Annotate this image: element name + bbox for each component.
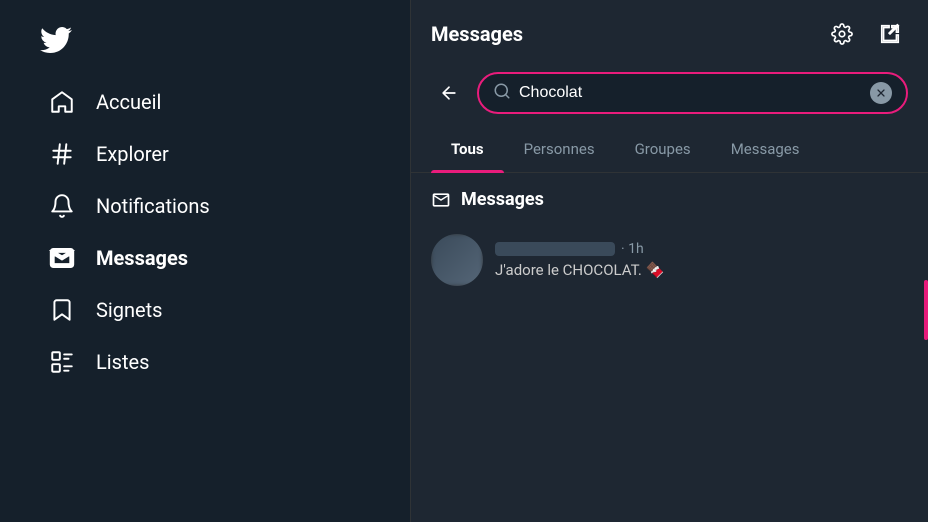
message-sender xyxy=(495,242,615,256)
main-panel: Messages xyxy=(410,0,928,522)
back-button[interactable] xyxy=(431,75,467,111)
sidebar-item-label-listes: Listes xyxy=(96,350,149,374)
section-header: Messages xyxy=(431,189,908,210)
sidebar: Accueil Explorer Notifications Messages Sign… xyxy=(0,0,410,522)
settings-button[interactable] xyxy=(824,16,860,52)
messages-section: Messages · 1h J'adore le CHOCOLAT. 🍫 xyxy=(411,173,928,306)
search-input-wrapper[interactable] xyxy=(477,72,908,114)
hash-icon xyxy=(48,140,76,168)
sidebar-item-label-messages: Messages xyxy=(96,246,188,270)
back-arrow-icon xyxy=(439,83,459,103)
compose-icon xyxy=(879,23,901,45)
sidebar-item-label-signets: Signets xyxy=(96,298,162,322)
sidebar-item-signets[interactable]: Signets xyxy=(32,284,378,336)
sidebar-item-listes[interactable]: Listes xyxy=(32,336,378,388)
sidebar-item-explorer[interactable]: Explorer xyxy=(32,128,378,180)
message-preview: J'adore le CHOCOLAT. 🍫 xyxy=(495,261,908,279)
sidebar-item-label-notifications: Notifications xyxy=(96,194,210,218)
list-icon xyxy=(48,348,76,376)
mail-section-icon xyxy=(431,190,451,210)
sidebar-item-messages[interactable]: Messages xyxy=(32,232,378,284)
message-meta: · 1h xyxy=(495,241,908,257)
header-icons xyxy=(824,16,908,52)
scroll-indicator xyxy=(924,280,928,340)
clear-search-button[interactable] xyxy=(870,82,892,104)
close-icon xyxy=(875,87,887,99)
sidebar-item-notifications[interactable]: Notifications xyxy=(32,180,378,232)
tab-tous[interactable]: Tous xyxy=(431,126,504,172)
bookmark-icon xyxy=(48,296,76,324)
sidebar-item-label-accueil: Accueil xyxy=(96,90,161,114)
compose-button[interactable] xyxy=(872,16,908,52)
search-bar-row xyxy=(411,64,928,126)
search-icon xyxy=(493,82,511,104)
mail-icon xyxy=(48,244,76,272)
filter-tabs: TousPersonnesGroupesMessages xyxy=(411,126,928,173)
tab-groupes[interactable]: Groupes xyxy=(615,126,711,172)
message-content: · 1h J'adore le CHOCOLAT. 🍫 xyxy=(495,241,908,279)
tab-messages[interactable]: Messages xyxy=(711,126,820,172)
tab-personnes[interactable]: Personnes xyxy=(504,126,615,172)
bell-icon xyxy=(48,192,76,220)
section-title: Messages xyxy=(461,189,544,210)
sidebar-item-label-explorer: Explorer xyxy=(96,142,169,166)
home-icon xyxy=(48,88,76,116)
avatar xyxy=(431,234,483,286)
search-input[interactable] xyxy=(519,84,862,102)
panel-header: Messages xyxy=(411,0,928,64)
avatar-image xyxy=(431,234,483,286)
panel-title: Messages xyxy=(431,22,523,46)
twitter-logo[interactable] xyxy=(32,16,80,64)
gear-icon xyxy=(831,23,853,45)
message-time: · 1h xyxy=(621,241,644,257)
sidebar-item-accueil[interactable]: Accueil xyxy=(32,76,378,128)
message-list-item[interactable]: · 1h J'adore le CHOCOLAT. 🍫 xyxy=(431,222,908,298)
